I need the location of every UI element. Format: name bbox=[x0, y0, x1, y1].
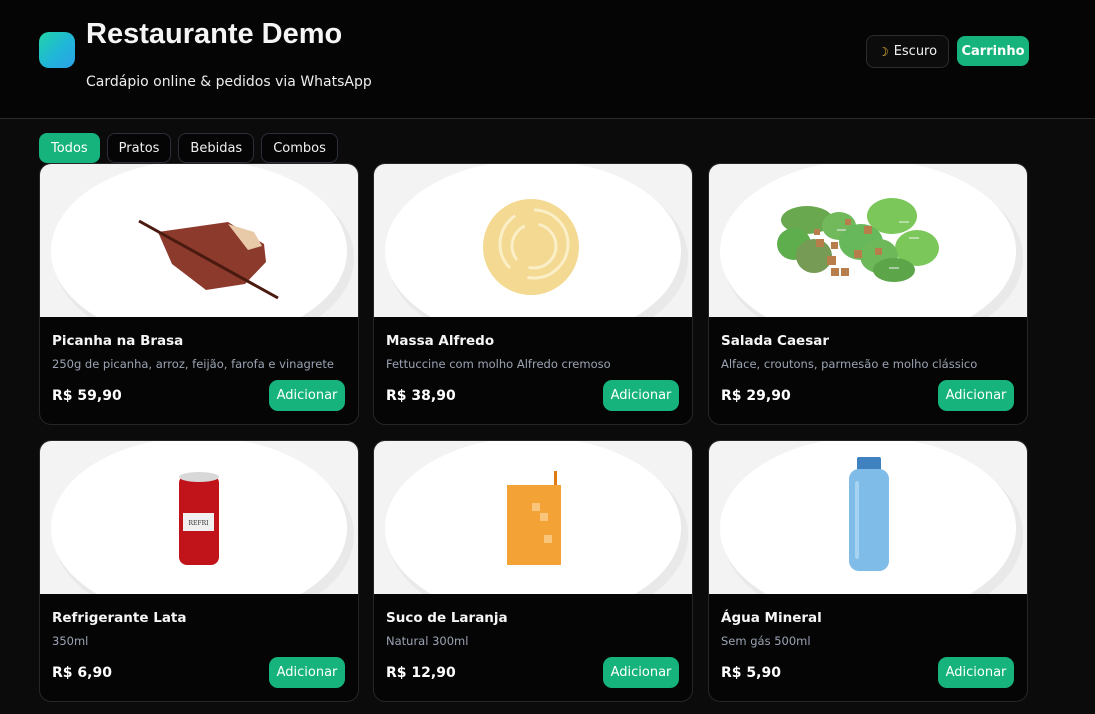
product-description: Alface, croutons, parmesão e molho cláss… bbox=[721, 357, 978, 371]
juice-box-image bbox=[507, 471, 561, 565]
product-image: REFRI bbox=[40, 441, 358, 594]
product-card: Água Mineral Sem gás 500ml R$ 5,90 Adici… bbox=[708, 440, 1028, 702]
product-name: Água Mineral bbox=[721, 610, 822, 626]
theme-toggle-label: Escuro bbox=[893, 44, 938, 59]
product-name: Salada Caesar bbox=[721, 333, 830, 349]
tab-combos[interactable]: Combos bbox=[261, 133, 338, 163]
product-description: Natural 300ml bbox=[386, 634, 469, 648]
product-name: Refrigerante Lata bbox=[52, 610, 187, 626]
pasta-image bbox=[483, 199, 579, 295]
app-title: Restaurante Demo bbox=[86, 18, 343, 50]
product-card: Suco de Laranja Natural 300ml R$ 12,90 A… bbox=[373, 440, 693, 702]
product-price: R$ 59,90 bbox=[52, 388, 122, 404]
add-to-cart-button[interactable]: Adicionar bbox=[269, 380, 345, 411]
can-label-text: REFRI bbox=[189, 520, 210, 527]
product-name: Picanha na Brasa bbox=[52, 333, 184, 349]
product-price: R$ 5,90 bbox=[721, 665, 781, 681]
add-to-cart-button[interactable]: Adicionar bbox=[938, 380, 1014, 411]
product-description: Fettuccine com molho Alfredo cremoso bbox=[386, 357, 611, 371]
app-header: Restaurante Demo Cardápio online & pedid… bbox=[0, 0, 1095, 119]
logo bbox=[39, 32, 75, 68]
product-name: Massa Alfredo bbox=[386, 333, 495, 349]
product-name: Suco de Laranja bbox=[386, 610, 508, 626]
soda-can-image: REFRI bbox=[179, 472, 219, 565]
product-card: Massa Alfredo Fettuccine com molho Alfre… bbox=[373, 163, 693, 425]
tab-todos[interactable]: Todos bbox=[39, 133, 100, 163]
cart-button[interactable]: Carrinho bbox=[957, 36, 1029, 66]
product-price: R$ 12,90 bbox=[386, 665, 456, 681]
product-description: 250g de picanha, arroz, feijão, farofa e… bbox=[52, 357, 334, 371]
product-card: Salada Caesar Alface, croutons, parmesão… bbox=[708, 163, 1028, 425]
app-subtitle: Cardápio online & pedidos via WhatsApp bbox=[86, 74, 372, 90]
add-to-cart-button[interactable]: Adicionar bbox=[938, 657, 1014, 688]
category-tabs: Todos Pratos Bebidas Combos bbox=[39, 133, 338, 163]
water-bottle-image bbox=[849, 457, 889, 571]
product-image bbox=[709, 441, 1027, 594]
product-card: Picanha na Brasa 250g de picanha, arroz,… bbox=[39, 163, 359, 425]
product-image bbox=[374, 164, 692, 317]
add-to-cart-button[interactable]: Adicionar bbox=[269, 657, 345, 688]
product-price: R$ 38,90 bbox=[386, 388, 456, 404]
tab-pratos[interactable]: Pratos bbox=[106, 133, 172, 163]
theme-toggle-button[interactable]: ☽ Escuro bbox=[866, 35, 949, 68]
add-to-cart-button[interactable]: Adicionar bbox=[603, 657, 679, 688]
product-description: 350ml bbox=[52, 634, 89, 648]
tab-bebidas[interactable]: Bebidas bbox=[178, 133, 255, 163]
product-image bbox=[374, 441, 692, 594]
product-image bbox=[40, 164, 358, 317]
product-image bbox=[709, 164, 1027, 317]
steak-image bbox=[138, 219, 279, 300]
product-description: Sem gás 500ml bbox=[721, 634, 811, 648]
moon-icon: ☽ bbox=[877, 44, 889, 59]
salad-image bbox=[777, 198, 939, 282]
product-price: R$ 29,90 bbox=[721, 388, 791, 404]
product-card: REFRI Refrigerante Lata 350ml R$ 6,90 Ad… bbox=[39, 440, 359, 702]
add-to-cart-button[interactable]: Adicionar bbox=[603, 380, 679, 411]
product-price: R$ 6,90 bbox=[52, 665, 112, 681]
